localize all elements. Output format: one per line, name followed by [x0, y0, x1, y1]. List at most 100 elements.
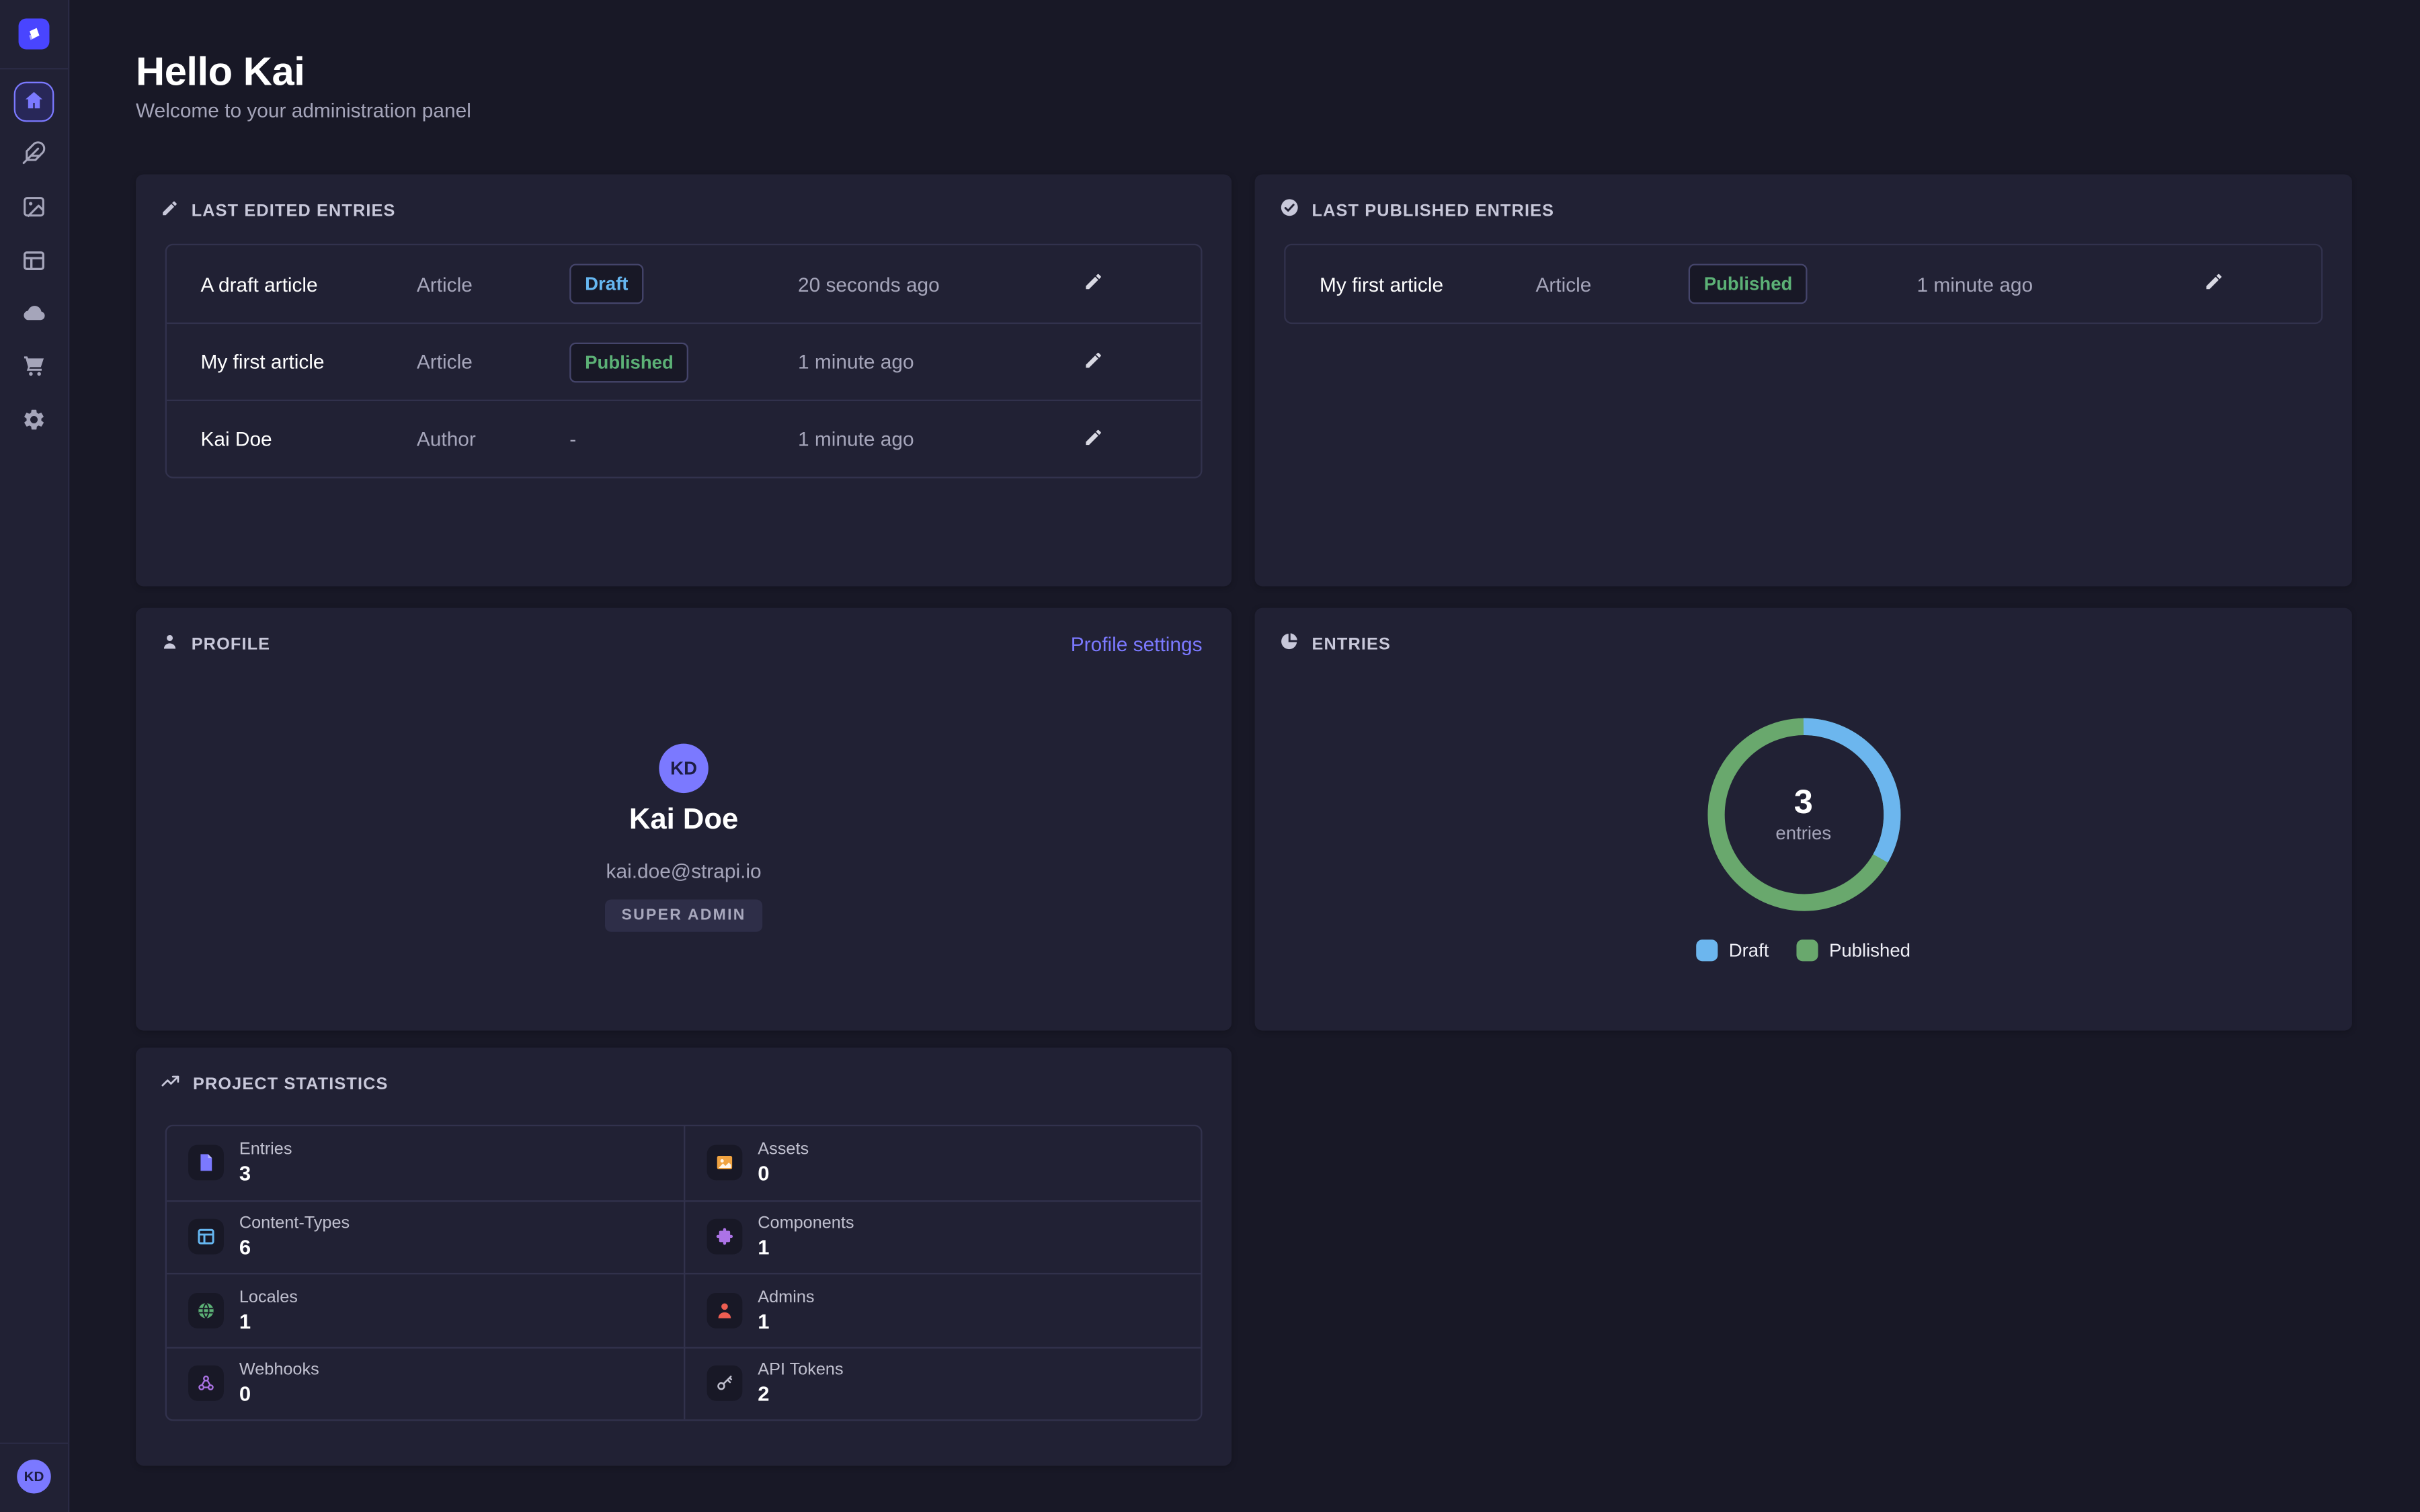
entry-updated: 1 minute ago: [798, 427, 985, 450]
stat-label: Content-Types: [239, 1214, 350, 1233]
entries-header: ENTRIES: [1279, 631, 1391, 659]
globe-icon: [188, 1292, 224, 1328]
panel-title: LAST EDITED ENTRIES: [192, 202, 396, 221]
entries-panel: ENTRIES 3 entries Draft Published: [1255, 608, 2352, 1031]
entries-donut-chart: 3 entries: [1694, 705, 1913, 924]
entry-type: Author: [417, 427, 569, 450]
table-row: Kai DoeAuthor-1 minute ago: [167, 400, 1201, 477]
stat-cell-content-types: Content-Types6: [167, 1200, 684, 1273]
edit-entry-button[interactable]: [1070, 339, 1116, 385]
webhook-icon: [188, 1366, 224, 1401]
sidebar-item-media-library[interactable]: [9, 183, 58, 233]
sidebar-item-content-type-builder[interactable]: [9, 238, 58, 287]
entry-title: My first article: [200, 350, 416, 373]
page-title: Hello Kai: [136, 48, 305, 95]
status-badge: Published: [569, 342, 689, 382]
pencil-icon: [1083, 349, 1103, 374]
edit-entry-button[interactable]: [2190, 261, 2236, 307]
images-icon: [22, 194, 46, 223]
feather-icon: [22, 140, 46, 169]
stat-value: 1: [239, 1310, 298, 1333]
cart-icon: [22, 353, 46, 382]
stat-label: Entries: [239, 1140, 292, 1159]
stat-value: 1: [758, 1236, 854, 1259]
sidebar-item-settings[interactable]: [9, 396, 58, 446]
table-row: My first articleArticlePublished1 minute…: [1285, 245, 2321, 323]
role-badge: SUPER ADMIN: [604, 900, 763, 932]
strapi-logo[interactable]: [19, 19, 50, 50]
stat-cell-api-tokens: API Tokens2: [684, 1346, 1201, 1419]
user-icon: [161, 631, 179, 659]
user-avatar-button[interactable]: KD: [17, 1460, 51, 1494]
check-circle-icon: [1279, 198, 1299, 225]
pencil-icon: [161, 198, 179, 225]
legend-item-draft: Draft: [1697, 939, 1769, 961]
sidebar-item-home[interactable]: [14, 82, 54, 122]
user-icon: [707, 1292, 743, 1328]
stat-cell-locales: Locales 1: [167, 1273, 684, 1346]
sidebar-item-content-manager[interactable]: [9, 130, 58, 179]
key-icon: [707, 1366, 743, 1401]
edit-entry-button[interactable]: [1070, 416, 1116, 462]
stat-label: API Tokens: [758, 1361, 843, 1380]
profile-header: PROFILE: [161, 631, 270, 659]
sidebar-bottom-divider: [0, 1443, 68, 1444]
stat-label: Components: [758, 1214, 854, 1233]
entry-status: -: [569, 427, 576, 450]
last-edited-entries-table: A draft articleArticleDraft20 seconds ag…: [165, 244, 1203, 478]
panel-title: ENTRIES: [1312, 636, 1392, 655]
stat-label: Admins: [758, 1288, 814, 1307]
profile-email: kai.doe@strapi.io: [136, 859, 1232, 882]
legend-chip: [1797, 939, 1818, 961]
project-statistics-table: Entries3Assets0Content-Types6Components1…: [165, 1125, 1203, 1421]
stat-value: 3: [239, 1162, 292, 1185]
status-badge: Draft: [569, 264, 643, 304]
home-icon: [23, 89, 44, 115]
panel-title: LAST PUBLISHED ENTRIES: [1312, 202, 1555, 221]
entries-count-label: entries: [1775, 823, 1831, 844]
last-published-entries-table: My first articleArticlePublished1 minute…: [1284, 244, 2323, 324]
last-published-entries-panel: LAST PUBLISHED ENTRIES My first articleA…: [1255, 174, 2352, 586]
panel-title: PROFILE: [192, 636, 270, 655]
pencil-icon: [2203, 271, 2223, 296]
stat-label: Assets: [758, 1140, 809, 1159]
puzzle-icon: [707, 1219, 743, 1255]
stat-cell-assets: Assets0: [684, 1126, 1201, 1200]
panel-title: PROJECT STATISTICS: [193, 1075, 389, 1094]
legend-chip: [1697, 939, 1718, 961]
project-statistics-header: PROJECT STATISTICS: [161, 1070, 389, 1098]
sidebar: KD: [0, 0, 69, 1512]
entry-updated: 1 minute ago: [798, 350, 985, 373]
gear-icon: [22, 407, 46, 436]
profile-panel: PROFILE Profile settings KD Kai Doe kai.…: [136, 608, 1232, 1031]
legend-label: Published: [1829, 939, 1910, 961]
profile-settings-link[interactable]: Profile settings: [1071, 632, 1203, 655]
table-row: My first articleArticlePublished 1 minute…: [167, 323, 1201, 400]
page-subtitle: Welcome to your administration panel: [136, 99, 471, 122]
stat-label: Webhooks: [239, 1361, 319, 1380]
edit-entry-button[interactable]: [1070, 261, 1116, 307]
legend-item-published: Published: [1797, 939, 1910, 961]
stat-cell-entries: Entries 3: [167, 1126, 684, 1200]
sidebar-divider: [0, 68, 68, 69]
stat-cell-webhooks: Webhooks 0: [167, 1346, 684, 1419]
stat-label: Locales: [239, 1288, 298, 1307]
picture-icon: [707, 1145, 743, 1181]
entry-updated: 1 minute ago: [1917, 272, 2105, 295]
pie-chart-icon: [1279, 631, 1299, 659]
project-statistics-panel: PROJECT STATISTICS Entries3Assets0Conten…: [136, 1048, 1232, 1466]
stat-value: 0: [239, 1383, 319, 1406]
table-row: A draft articleArticleDraft20 seconds ag…: [167, 245, 1201, 323]
entry-type: Article: [417, 272, 569, 295]
entry-type: Article: [417, 350, 569, 373]
last-published-entries-header: LAST PUBLISHED ENTRIES: [1279, 198, 1554, 225]
legend-label: Draft: [1729, 939, 1769, 961]
last-edited-entries-panel: LAST EDITED ENTRIES A draft articleArtic…: [136, 174, 1232, 586]
trending-up-icon: [161, 1070, 181, 1098]
entry-title: A draft article: [200, 272, 416, 295]
donut-center: 3 entries: [1694, 705, 1913, 924]
stat-cell-admins: Admins 1: [684, 1273, 1201, 1346]
stat-value: 1: [758, 1310, 814, 1333]
sidebar-item-marketplace[interactable]: [9, 343, 58, 392]
sidebar-item-deploy[interactable]: [9, 290, 58, 339]
